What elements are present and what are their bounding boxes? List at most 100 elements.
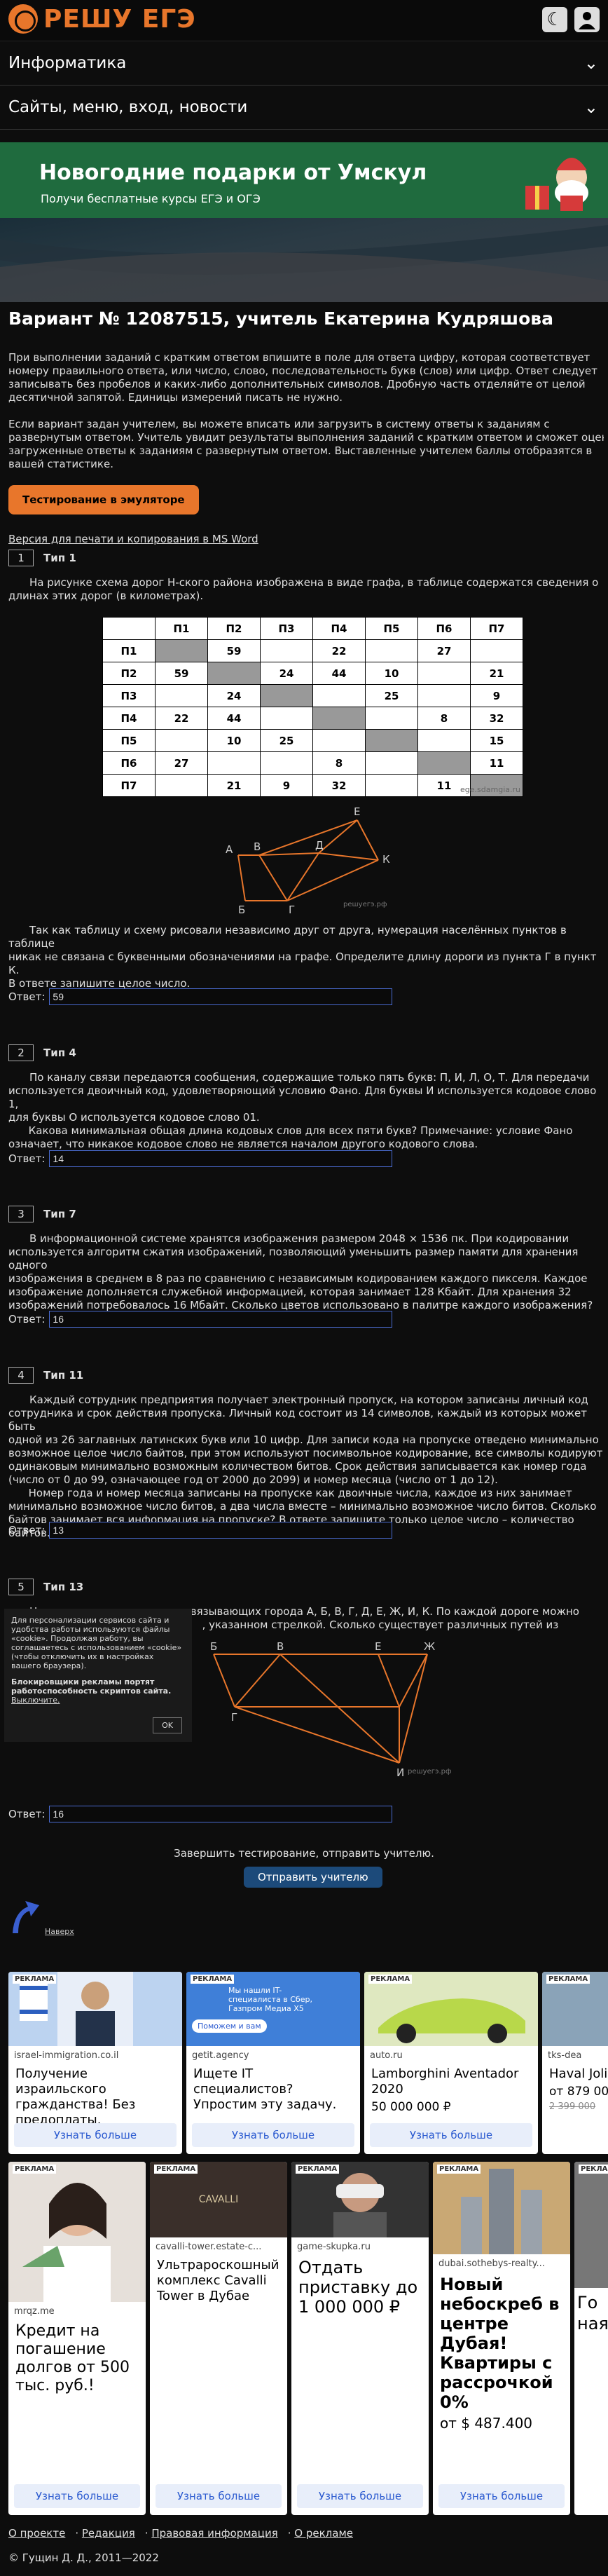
answer-row-1: Ответ: [8, 988, 393, 1005]
ad-card[interactable]: РЕКЛАМА Го ная [574, 2162, 608, 2515]
ad-card[interactable]: РЕКЛАМА israel-immigration.co.il Получен… [8, 1972, 182, 2154]
finish-text: Завершить тестирование, отправить учител… [174, 1847, 434, 1860]
ad-title: Отдать приставку до 1 000 000 ₽ [298, 2258, 418, 2317]
dark-mode-moon-icon[interactable]: ☾ [542, 7, 567, 32]
answer-label: Ответ: [8, 1808, 46, 1820]
ad-label: РЕКЛАМА [13, 1975, 57, 1984]
answer-input[interactable] [49, 1311, 393, 1328]
task-number[interactable]: 5 [8, 1579, 34, 1595]
subject-menu[interactable]: Информатика ⌄ [0, 41, 608, 86]
ad-card[interactable]: РЕКЛАМА game-skupka.ru Отдать приставку … [291, 2162, 429, 2515]
site-logo[interactable]: РЕШУ ЕГЭ [8, 4, 196, 34]
ad-card[interactable]: РЕКЛАМА auto.ru Lamborghini Aventador 20… [364, 1972, 538, 2154]
ad-domain: tks-dea [548, 2050, 582, 2061]
user-icon[interactable] [574, 7, 600, 32]
table-header-cell: П6 [417, 617, 471, 640]
promo-banner[interactable]: Новогодние подарки от Умскул Получи бесп… [0, 142, 608, 218]
ad-domain: auto.ru [370, 2050, 403, 2061]
table-cell: 21 [207, 774, 261, 797]
footer-link-about[interactable]: О проекте [8, 2527, 65, 2540]
table-cell: 59 [155, 662, 208, 685]
graph5-node: Г [231, 1711, 237, 1724]
table-cell [365, 639, 418, 662]
task-number[interactable]: 1 [8, 550, 34, 566]
table-cell: 22 [155, 707, 208, 730]
cookie-notice: Для персонализации сервисов сайта и удоб… [4, 1609, 192, 1742]
table-cell [207, 662, 261, 685]
task-text-2: Так как таблицу и схему рисовали независ… [8, 924, 597, 990]
table-cell: 24 [207, 684, 261, 707]
task-4: 4 Тип 11 Каждый сотрудник предприятия пол… [8, 1367, 604, 1540]
ad-old-price: 2 399 000 [549, 2101, 596, 2112]
footer-link-ads[interactable]: О рекламе [294, 2527, 353, 2540]
ad-more-button[interactable]: Узнать больше [297, 2484, 423, 2508]
graph1-node: Е [354, 805, 360, 818]
table-cell: 15 [470, 729, 523, 752]
table-header-cell: П4 [312, 617, 366, 640]
ads-row-1: РЕКЛАМА israel-immigration.co.il Получен… [8, 1972, 608, 2154]
back-to-top[interactable]: Наверх [8, 1898, 74, 1936]
table-cell: 11 [470, 751, 523, 775]
ad-more-button[interactable]: Узнать больше [156, 2484, 282, 2508]
task-number[interactable]: 4 [8, 1367, 34, 1384]
ad-more-button[interactable]: Узнать больше [438, 2484, 565, 2508]
table-row: П1 59 22 27 [102, 639, 523, 662]
print-version-link[interactable]: Версия для печати и копирования в MS Wor… [8, 533, 604, 545]
task-number[interactable]: 2 [8, 1044, 34, 1061]
table-cell [470, 639, 523, 662]
answer-input[interactable] [49, 1806, 393, 1822]
adblock-disable-link[interactable]: Выключите. [11, 1696, 60, 1705]
send-to-teacher-button[interactable]: Отправить учителю [244, 1867, 382, 1888]
logo-text: РЕШУ ЕГЭ [43, 4, 196, 34]
emulator-button[interactable]: Тестирование в эмуляторе [8, 485, 199, 514]
graph5-node: Ж [424, 1640, 435, 1653]
table-cell: 22 [312, 639, 366, 662]
answer-input[interactable] [49, 988, 393, 1005]
ad-card[interactable]: Мы нашли IT-специалиста в Сбер, Газпром … [186, 1972, 360, 2154]
ad-more-button[interactable]: Узнать больше [14, 2123, 177, 2147]
ad-price: от 879 000 [549, 2085, 608, 2099]
ad-more-button[interactable]: Узнать больше [192, 2123, 354, 2147]
ad-card[interactable]: РЕКЛАМА mrqz.me Кредит на погашение долг… [8, 2162, 146, 2515]
roads-table-wrap: П1 П2 П3 П4 П5 П6 П7 П1 59 22 27 П2 59 24 44 10 21 П3 24 25… [102, 617, 523, 797]
roads-graph: А В Д Е К Б Г решуегэ.рф [226, 805, 390, 915]
footer-links: О проекте · Редакция · Правовая информация… [8, 2527, 353, 2540]
task-number[interactable]: 3 [8, 1206, 34, 1222]
graph-watermark: решуегэ.рф [408, 1768, 452, 1776]
table-row: П6 27 8 11 [102, 751, 523, 775]
ad-card[interactable]: CAVALLI РЕКЛАМА cavalli-tower.estate-c..… [150, 2162, 287, 2515]
ad-more-button[interactable]: Узнать больше [370, 2123, 532, 2147]
arrow-up-icon [13, 1901, 39, 1933]
sites-menu[interactable]: Сайты, меню, вход, новости ⌄ [0, 86, 608, 130]
logo-icon [8, 4, 38, 34]
ad-label: РЕКЛАМА [579, 2165, 608, 2174]
ad-label: РЕКЛАМА [437, 2165, 481, 2174]
answer-label: Ответ: [8, 1152, 46, 1165]
ad-image [8, 2162, 146, 2302]
ad-card[interactable]: РЕКЛАМА dubai.sothebys-realty... Новый н… [433, 2162, 570, 2515]
cookie-ok-button[interactable]: OK [153, 1717, 182, 1733]
task-type: Тип 13 [43, 1581, 84, 1593]
answer-input[interactable] [49, 1150, 393, 1167]
banner-title: Новогодние подарки от Умскул [39, 161, 427, 185]
table-cell: П2 [102, 662, 156, 685]
table-cell [312, 707, 366, 730]
graph1-node: А [226, 843, 233, 856]
table-cell [417, 729, 471, 752]
ad-more-button[interactable]: Узнать больше [14, 2484, 140, 2508]
back-to-top-label: Наверх [45, 1927, 74, 1936]
ad-title: Новый небоскреб в центре Дубая! Квартиры… [440, 2275, 560, 2412]
graph1-node: В [254, 840, 261, 853]
ad-image-text: CAVALLI [198, 2194, 239, 2205]
answer-input[interactable] [49, 1522, 393, 1539]
graph1-node: Д [315, 839, 324, 852]
answer-label: Ответ: [8, 1524, 46, 1536]
ad-label: РЕКЛАМА [13, 2165, 57, 2174]
table-cell [365, 729, 418, 752]
footer-link-legal[interactable]: Правовая информация [151, 2527, 277, 2540]
footer-link-editorial[interactable]: Редакция [82, 2527, 135, 2540]
table-cell [365, 707, 418, 730]
ad-card[interactable]: РЕКЛАМА tks-dea Haval Jolio от 879 000 2… [542, 1972, 608, 2154]
variant-section: Вариант № 12087515, учитель Екатерина Ку… [8, 308, 604, 545]
answer-row-4: Ответ: [8, 1522, 393, 1539]
